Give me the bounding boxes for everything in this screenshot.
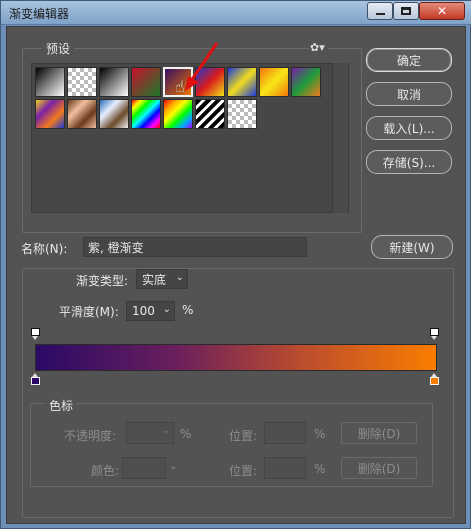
- preset-scrollbar[interactable]: [332, 63, 348, 213]
- preset-swatch-black-white[interactable]: [99, 67, 129, 97]
- gear-icon[interactable]: ✿▾: [310, 41, 328, 55]
- delete-color-stop-button[interactable]: 删除(D): [341, 457, 417, 479]
- chevron-down-icon: ⌄: [175, 272, 184, 283]
- color-stop-right[interactable]: [430, 373, 439, 385]
- color-swatch-button[interactable]: [122, 457, 166, 479]
- opacity-stop-left[interactable]: [31, 328, 40, 340]
- chevron-down-icon: ⌄: [161, 425, 170, 436]
- opacity-stop-square: [430, 328, 439, 336]
- preset-swatch-yellow-violet-orange-blue[interactable]: [35, 99, 65, 129]
- preset-swatch-spectrum[interactable]: [131, 99, 161, 129]
- minimize-button[interactable]: [367, 2, 393, 20]
- preset-swatch-chrome[interactable]: [99, 99, 129, 129]
- new-button[interactable]: 新建(W): [371, 235, 453, 259]
- color-stop-left[interactable]: [31, 373, 40, 385]
- minimize-icon: [375, 13, 385, 15]
- gradient-type-label: 渐变类型:: [72, 272, 133, 289]
- preset-swatch-blue-yellow-blue[interactable]: [227, 67, 257, 97]
- maximize-button[interactable]: [393, 2, 419, 20]
- opacity-stop-right[interactable]: [430, 328, 439, 340]
- close-button[interactable]: ✕: [419, 2, 465, 20]
- load-button[interactable]: 载入(L)...: [366, 116, 452, 140]
- color-stops-label: 色标: [45, 397, 78, 414]
- gradient-type-value: 实底: [142, 272, 167, 287]
- smoothness-unit: %: [182, 303, 194, 317]
- opacity-position-unit: %: [314, 427, 326, 441]
- smoothness-value: 100: [132, 304, 155, 318]
- preset-swatch-copper[interactable]: [67, 99, 97, 129]
- save-button[interactable]: 存储(S)...: [366, 150, 452, 174]
- color-label: 颜色:: [91, 464, 120, 478]
- preset-swatch-foreground-to-transparent[interactable]: [67, 67, 97, 97]
- opacity-position-input[interactable]: [264, 422, 306, 444]
- preset-swatch-foreground-to-background[interactable]: [35, 67, 65, 97]
- close-icon: ✕: [436, 4, 448, 18]
- opacity-position-label: 位置:: [229, 429, 258, 443]
- gradient-preview-bar[interactable]: [35, 344, 437, 371]
- stop-pointer-icon: [431, 336, 437, 340]
- preset-swatch-transparent-stripes[interactable]: [195, 99, 225, 129]
- red-arrow-annotation: [185, 42, 219, 91]
- opacity-label: 不透明度:: [64, 429, 117, 443]
- dialog-body: 预设 ✿▾ ☝ 确定 取消 载入(L)... 存储(S)... 名称(N): 新…: [6, 26, 466, 524]
- opacity-stop-square: [31, 328, 40, 336]
- opacity-unit: %: [180, 427, 192, 441]
- presets-label: 预设: [42, 40, 75, 57]
- color-position-label: 位置:: [229, 464, 258, 478]
- gradient-editor-window: 渐变编辑器 ✕ 预设 ✿▾ ☝ 确定 取消 载入(L)... 存储(S)... …: [0, 0, 471, 529]
- color-stop-square: [31, 377, 40, 385]
- cancel-button[interactable]: 取消: [366, 82, 452, 106]
- chevron-down-icon: ⌄: [169, 461, 178, 472]
- preset-swatch-orange-yellow-orange[interactable]: [259, 67, 289, 97]
- maximize-icon: [401, 7, 411, 15]
- preset-swatch-transparent-rainbow[interactable]: [163, 99, 193, 129]
- preset-swatch-red-green[interactable]: [131, 67, 161, 97]
- title-bar[interactable]: 渐变编辑器 ✕: [1, 1, 471, 25]
- preset-swatch-transparent[interactable]: [227, 99, 257, 129]
- color-position-unit: %: [314, 462, 326, 476]
- color-position-input[interactable]: [264, 457, 306, 479]
- chevron-down-icon: ⌄: [162, 304, 171, 315]
- preset-swatch-violet-green-orange[interactable]: [291, 67, 321, 97]
- smoothness-select[interactable]: 100 ⌄: [126, 301, 175, 321]
- name-label: 名称(N):: [21, 242, 68, 256]
- color-stop-square: [430, 377, 439, 385]
- opacity-select[interactable]: ⌄: [126, 422, 174, 444]
- gradient-type-select[interactable]: 实底 ⌄: [136, 269, 188, 289]
- name-input[interactable]: [83, 237, 307, 257]
- ok-button[interactable]: 确定: [366, 48, 452, 72]
- smoothness-label: 平滑度(M):: [59, 305, 119, 319]
- stop-pointer-icon: [32, 336, 38, 340]
- window-title: 渐变编辑器: [9, 7, 70, 21]
- delete-opacity-stop-button[interactable]: 删除(D): [341, 422, 417, 444]
